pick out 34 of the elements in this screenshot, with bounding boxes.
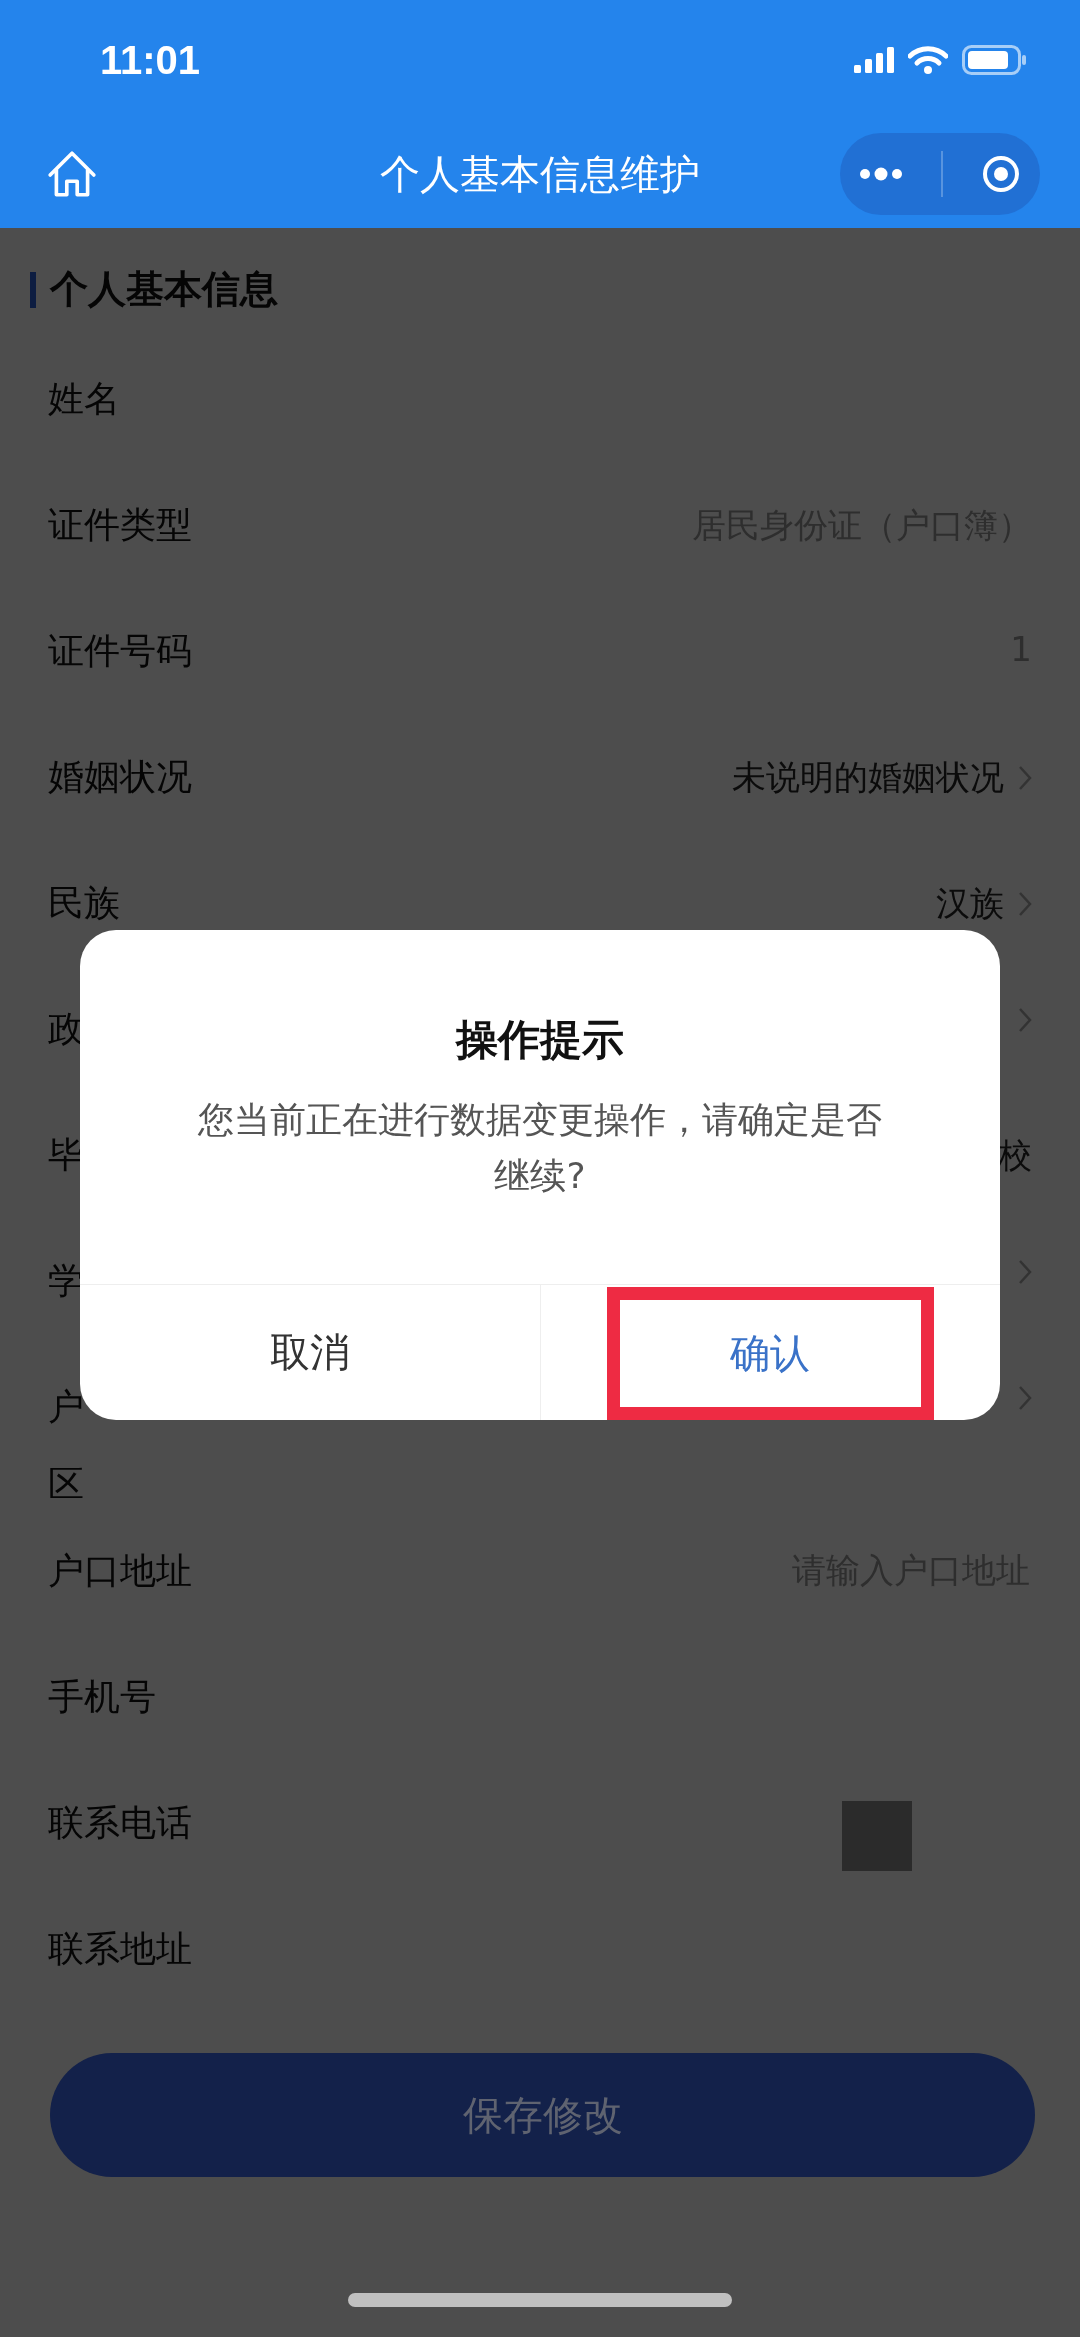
field-label: 婚姻状况 (48, 755, 192, 799)
wifi-icon (908, 46, 948, 74)
chevron-icon[interactable] (1018, 1259, 1032, 1285)
field-label: 手机号 (48, 1675, 156, 1719)
dialog-title: 操作提示 (454, 1014, 625, 1066)
field-label: 区 (48, 1462, 84, 1506)
field-value: 校 (998, 1134, 1032, 1177)
section-marker (30, 271, 36, 308)
section-title: 个人基本信息 (50, 266, 278, 313)
close-icon[interactable] (981, 154, 1021, 194)
dialog-message: 您当前正在进行数据变更操作，请确定是否继续? (197, 1098, 883, 1198)
field-label: 民族 (48, 881, 120, 925)
field-value: 汉族 (936, 882, 1004, 925)
field-label: 毕 (48, 1133, 84, 1177)
chevron-icon[interactable] (1018, 1007, 1032, 1033)
more-icon[interactable] (859, 167, 903, 181)
field-label: 联系电话 (48, 1801, 192, 1845)
field-label: 联系地址 (48, 1927, 192, 1971)
confirm-button[interactable]: 确认 (619, 1300, 921, 1407)
battery-icon (962, 45, 1028, 75)
save-button[interactable]: 保存修改 (50, 2053, 1035, 2177)
field-label: 证件号码 (48, 629, 192, 673)
field-label: 姓名 (48, 377, 120, 421)
status-time: 11:01 (100, 37, 201, 83)
field-label: 证件类型 (48, 503, 192, 547)
home-icon[interactable] (46, 150, 98, 198)
page-title: 个人基本信息维护 (379, 149, 701, 199)
field-value: 未说明的婚姻状况 (732, 756, 1004, 799)
chevron-icon[interactable] (1018, 765, 1032, 791)
chevron-icon[interactable] (1018, 891, 1032, 917)
field-label: 户口地址 (48, 1549, 192, 1593)
field-label: 政 (48, 1007, 84, 1051)
signal-icon (854, 47, 894, 73)
chevron-icon[interactable] (1018, 1385, 1032, 1411)
